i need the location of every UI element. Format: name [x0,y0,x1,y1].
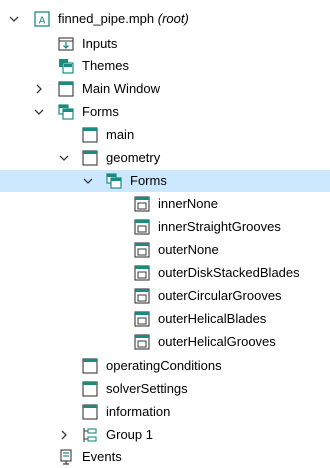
tree-label: Forms [82,104,119,119]
chevron-down-icon[interactable] [8,12,20,26]
form-icon [82,358,98,374]
form-icon [82,404,98,420]
chevron-down-icon[interactable] [82,174,94,188]
tree-label: outerCircularGrooves [158,288,282,303]
svg-text:A: A [39,16,46,27]
form-icon [82,381,98,397]
tree-label: Main Window [82,81,161,96]
tree-row-root[interactable]: A finned_pipe.mph (root) [0,8,330,30]
tree-row-form-child[interactable]: outerNone [0,239,330,261]
card-form-icon [134,334,150,350]
tree-row-form-child[interactable]: innerNone [0,193,330,215]
tree-row-form-child[interactable]: outerDiskStackedBlades [0,262,330,284]
form-icon [82,127,98,143]
tree-row-form-child[interactable]: outerCircularGrooves [0,285,330,307]
tree-label: operatingConditions [106,358,222,373]
tree-row-form-information[interactable]: information [0,401,330,423]
window-icon [58,81,74,97]
tree-label: main [106,127,135,142]
card-form-icon [134,219,150,235]
group-icon [82,427,98,443]
card-form-icon [134,242,150,258]
tree-row-form-operating[interactable]: operatingConditions [0,355,330,377]
events-icon [58,449,74,465]
tree-label: Group 1 [106,427,153,442]
form-icon [82,150,98,166]
tree-label: outerNone [158,242,219,257]
tree-label: geometry [106,150,161,165]
tree-label: innerStraightGrooves [158,219,281,234]
tree-row-main-window[interactable]: Main Window [0,78,330,100]
chevron-right-icon[interactable] [33,82,45,96]
tree-row-events[interactable]: Events [0,446,330,468]
tree-row-form-child[interactable]: outerHelicalBlades [0,308,330,330]
tree-label: Inputs [82,36,118,51]
tree-label: Themes [82,58,129,73]
tree-label: information [106,404,171,419]
card-form-icon [134,311,150,327]
inputs-icon [58,36,74,52]
tree-row-form-main[interactable]: main [0,124,330,146]
tree-row-group1[interactable]: Group 1 [0,424,330,446]
forms-icon [58,104,74,120]
tree-row-form-solver[interactable]: solverSettings [0,378,330,400]
tree-label: Events [82,449,122,464]
tree-row-forms[interactable]: Forms [0,101,330,123]
application-icon: A [34,11,50,27]
tree-row-form-child[interactable]: innerStraightGrooves [0,216,330,238]
tree-label: Forms [130,173,167,188]
tree-row-themes[interactable]: Themes [0,55,330,77]
tree-row-inputs[interactable]: Inputs [0,33,330,55]
chevron-down-icon[interactable] [58,151,70,165]
tree-row-geometry-forms[interactable]: Forms [0,170,330,192]
tree-label: outerDiskStackedBlades [158,265,300,280]
forms-icon [106,173,122,189]
themes-icon [58,58,74,74]
tree-label: finned_pipe.mph (root) [58,11,189,26]
tree-label: outerHelicalBlades [158,311,267,326]
card-form-icon [134,288,150,304]
tree-label: solverSettings [106,381,188,396]
tree-label: innerNone [158,196,218,211]
chevron-right-icon[interactable] [58,428,70,442]
tree-row-form-geometry[interactable]: geometry [0,147,330,169]
tree-row-form-child[interactable]: outerHelicalGrooves [0,331,330,353]
root-suffix: (root) [157,11,189,26]
chevron-down-icon[interactable] [33,105,45,119]
tree-label: outerHelicalGrooves [158,334,276,349]
card-form-icon [134,265,150,281]
card-form-icon [134,196,150,212]
